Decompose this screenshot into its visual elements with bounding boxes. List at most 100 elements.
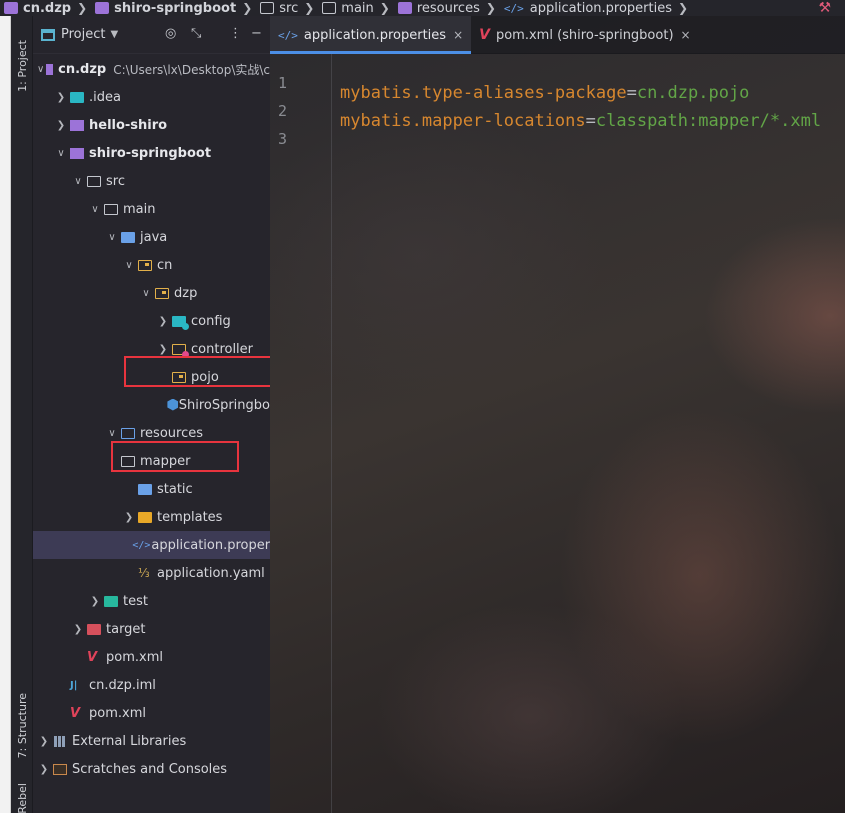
tree-item-path: C:\Users\lx\Desktop\实战\c [113,62,270,77]
tab-structure[interactable]: 7: Structure [11,684,33,768]
highlight-box-mapper [111,441,239,472]
tree-item-shiro-springboot[interactable]: ∨ shiro-springboot [33,139,270,167]
breadcrumb-item-application-properties[interactable]: </> application.properties [500,0,672,16]
tree-item-hello-shiro[interactable]: ❯ hello-shiro [33,111,270,139]
tree-item-pom-xml[interactable]: ❯Vpom.xml [33,643,270,671]
resources-folder-icon [397,2,412,14]
tab-label: application.properties [303,27,447,43]
chevron-right-icon: ❯ [77,1,88,15]
tree-item-label: application.propert [151,537,270,553]
chevron-down-icon[interactable]: ∨ [71,176,85,187]
chevron-down-icon[interactable]: ∨ [139,288,153,299]
spring-class-icon [166,400,173,411]
folder-icon [104,203,118,215]
tree-item-scratches-and-consoles[interactable]: ❯ Scratches and Consoles [33,755,270,783]
test-folder-icon [104,595,118,607]
tree-item-shirospringbo[interactable]: ❯ShiroSpringbo [33,391,270,419]
code-line-2[interactable]: mybatis.type-aliases-package=cn.dzp.pojo [340,83,749,103]
tree-item-main[interactable]: ∨ main [33,195,270,223]
tree-item-target[interactable]: ❯ target [33,615,270,643]
tree-item-label: src [106,173,125,189]
breadcrumb-item-src[interactable]: src [256,0,298,16]
folder-icon [322,2,337,14]
tree-item-cn-dzp[interactable]: ∨ cn.dzp C:\Users\lx\Desktop\实战\c [33,55,270,83]
chevron-down-icon[interactable]: ∨ [105,232,119,243]
tree-item-idea[interactable]: ❯ .idea [33,83,270,111]
chevron-right-icon[interactable]: ❯ [54,92,68,103]
tab-project-label: 1: Project [15,40,29,92]
chevron-down-icon[interactable]: ∨ [54,148,68,159]
tab-project[interactable]: 1: Project [11,26,33,106]
breadcrumb-item-shiro-springboot[interactable]: shiro-springboot [91,0,236,16]
tool-window-strip: 1: Project 7: Structure Rebel [11,16,33,813]
package-icon [138,259,152,271]
property-equals: = [626,83,637,103]
tab-rebel[interactable]: Rebel [11,778,33,813]
tree-item-cn[interactable]: ∨ cn [33,251,270,279]
property-key: mybatis.type-aliases-package [340,83,627,103]
tree-item-external-libraries[interactable]: ❯ External Libraries [33,727,270,755]
breadcrumb-label: resources [416,0,480,16]
breadcrumb-item-resources[interactable]: resources [394,0,480,16]
chevron-down-icon[interactable]: ∨ [88,204,102,215]
tree-item-application-yaml[interactable]: ❯⅓application.yaml [33,559,270,587]
properties-file-icon: </> [278,28,298,42]
tab-application-properties[interactable]: </> application.properties × [270,16,472,54]
chevron-right-icon[interactable]: ❯ [37,764,51,775]
chevron-down-icon[interactable]: ∨ [105,428,119,439]
hide-panel-icon[interactable]: − [251,26,262,41]
breadcrumb-item-cn-dzp[interactable]: cn.dzp [0,0,71,16]
tree-item-label: cn.dzp [58,61,107,77]
close-icon[interactable]: × [681,28,691,42]
build-hammer-icon[interactable]: ⚒ [818,0,831,16]
tab-pom-xml[interactable]: V pom.xml (shiro-springboot) × [471,16,698,54]
maven-file-icon: V [479,27,490,43]
tab-structure-label: 7: Structure [15,693,29,759]
tree-item-application-propert[interactable]: ❯</>application.propert [33,531,270,559]
tree-item-src[interactable]: ∨ src [33,167,270,195]
tree-item-label: .idea [89,89,121,105]
tree-item-test[interactable]: ❯ test [33,587,270,615]
tree-item-java[interactable]: ∨ java [33,223,270,251]
tree-item-label: pom.xml [89,705,146,721]
project-panel-header: Project ▼ ◎ ⤡ ⋮ − [33,16,270,54]
tree-item-dzp[interactable]: ∨ dzp [33,279,270,307]
chevron-right-icon: ❯ [485,1,496,15]
breadcrumb: cn.dzp ❯ shiro-springboot ❯ src ❯ main ❯… [0,0,845,16]
editor-tab-bar: </> application.properties × V pom.xml (… [270,16,845,54]
chevron-right-icon[interactable]: ❯ [88,596,102,607]
chevron-down-icon[interactable]: ∨ [37,64,44,75]
yaml-file-icon: ⅓ [138,565,150,580]
tree-item-pom-xml[interactable]: ❯Vpom.xml [33,699,270,727]
breadcrumb-label: main [341,0,374,16]
package-icon [155,287,169,299]
locate-target-icon[interactable]: ◎ [165,26,176,41]
close-icon[interactable]: × [453,28,463,42]
tree-item-config[interactable]: ❯ config [33,307,270,335]
tree-item-label: target [106,621,146,637]
collapse-all-icon[interactable]: ⤡ [191,26,201,41]
code-line-3[interactable]: mybatis.mapper-locations=classpath:mappe… [340,111,821,131]
tree-item-label: Scratches and Consoles [72,761,228,777]
more-options-icon[interactable]: ⋮ [229,26,242,41]
chevron-right-icon[interactable]: ❯ [37,736,51,747]
property-value: classpath:mapper/*.xml [595,111,822,131]
tree-item-static[interactable]: ❯static [33,475,270,503]
chevron-right-icon[interactable]: ❯ [156,344,170,355]
chevron-down-icon[interactable]: ▼ [110,29,118,40]
module-icon [70,119,84,131]
outer-window-edge [0,16,11,813]
tree-item-cn-dzp-iml[interactable]: ❯J|cn.dzp.iml [33,671,270,699]
chevron-right-icon[interactable]: ❯ [156,316,170,327]
tree-item-label: shiro-springboot [89,145,212,161]
chevron-down-icon[interactable]: ∨ [122,260,136,271]
chevron-right-icon[interactable]: ❯ [71,624,85,635]
breadcrumb-label: shiro-springboot [114,0,237,16]
breadcrumb-item-main[interactable]: main [318,0,374,16]
project-view-selector[interactable]: Project [61,27,105,42]
teal-folder-icon [70,91,84,103]
tree-item-templates[interactable]: ❯ templates [33,503,270,531]
chevron-right-icon[interactable]: ❯ [122,512,136,523]
chevron-right-icon[interactable]: ❯ [54,120,68,131]
project-icon [41,28,55,41]
